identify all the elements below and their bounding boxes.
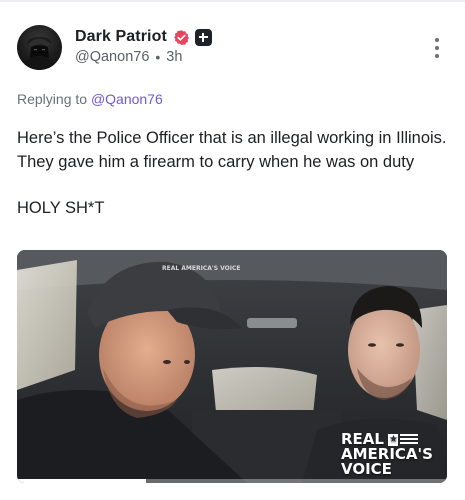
top-divider [0, 0, 465, 2]
hooded-figure-icon [22, 37, 57, 70]
video-progress-fill [17, 479, 146, 483]
post-text-paragraph: Here’s the Police Officer that is an ill… [17, 129, 447, 171]
real-americas-voice-watermark: REAL AMERICA'S VOICE [341, 432, 437, 477]
replying-to: Replying to @Qanon76 [17, 91, 163, 107]
flag-icon [387, 432, 418, 447]
replying-prefix: Replying to [17, 91, 88, 107]
replying-to-link[interactable]: @Qanon76 [91, 91, 163, 107]
post-text-paragraph: HOLY SH*T [17, 199, 105, 217]
name-row: Dark Patriot [75, 28, 212, 46]
separator-dot: • [155, 49, 161, 65]
user-handle[interactable]: @Qanon76 [75, 49, 149, 65]
cap-logo-text: REAL AMERICA'S VOICE [162, 265, 241, 272]
avatar[interactable] [17, 25, 62, 70]
handle-row: @Qanon76 • 3h [75, 49, 182, 65]
post-body: Here’s the Police Officer that is an ill… [17, 126, 449, 242]
video-player[interactable]: REAL AMERICA'S VOICE REAL AMERICA'S VOIC… [17, 250, 447, 483]
plus-badge-icon [194, 28, 212, 46]
verified-badge-icon [173, 29, 190, 46]
video-progress-bar[interactable] [17, 479, 447, 483]
display-name[interactable]: Dark Patriot [75, 28, 167, 46]
post-timestamp[interactable]: 3h [166, 49, 182, 65]
more-vertical-icon[interactable] [433, 38, 441, 60]
post-header: Dark Patriot @Qanon76 • 3h [17, 25, 449, 75]
watermark-line3: VOICE [341, 460, 392, 478]
